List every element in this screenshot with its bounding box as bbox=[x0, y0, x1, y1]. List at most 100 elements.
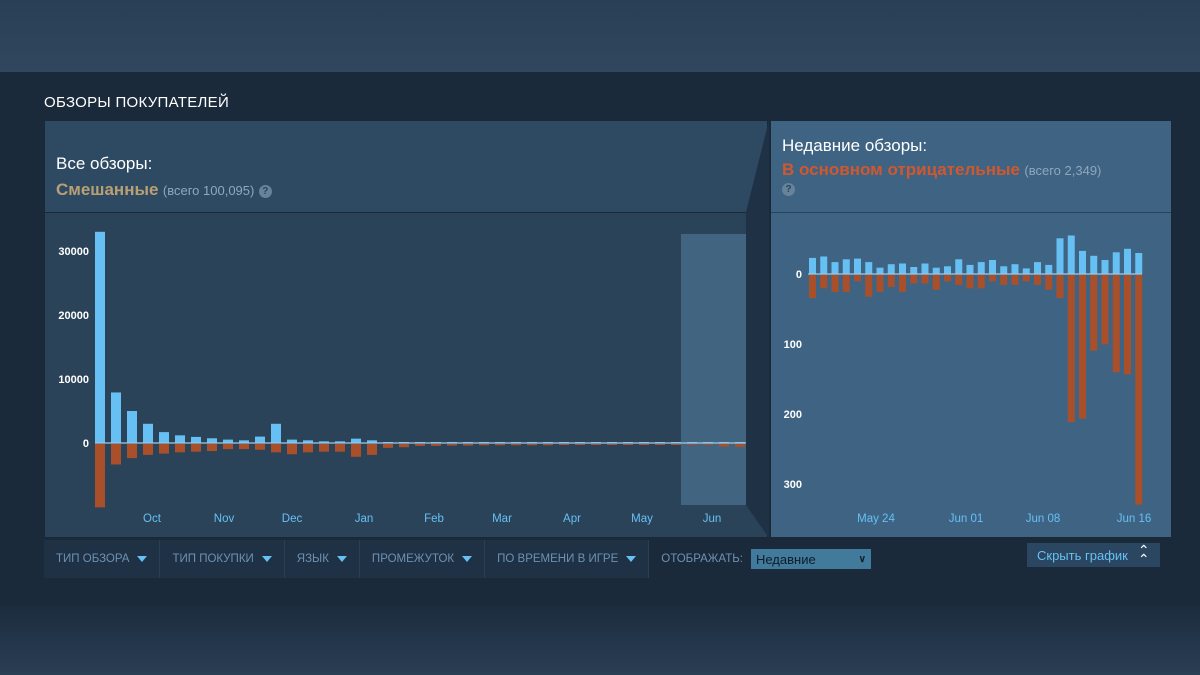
negative-bar bbox=[703, 444, 713, 445]
dropdown-arrow-icon bbox=[261, 556, 272, 562]
negative-bar bbox=[831, 275, 839, 292]
positive-bar bbox=[910, 267, 918, 274]
positive-bar bbox=[1101, 260, 1109, 274]
positive-bar bbox=[191, 436, 201, 443]
positive-bar bbox=[1067, 235, 1075, 274]
positive-bar bbox=[989, 260, 996, 274]
negative-bar bbox=[921, 275, 929, 284]
x-tick-label: Jun 01 bbox=[949, 513, 984, 525]
negative-bar bbox=[239, 444, 249, 450]
x-tick-label: Jun 08 bbox=[1026, 513, 1061, 525]
positive-bar bbox=[887, 264, 895, 274]
positive-bar bbox=[127, 411, 137, 443]
negative-bar bbox=[607, 444, 617, 445]
negative-bar bbox=[1022, 275, 1030, 282]
positive-bar bbox=[95, 231, 105, 443]
positive-bar bbox=[143, 423, 153, 443]
negative-bar bbox=[223, 444, 233, 450]
positive-bar bbox=[175, 435, 185, 443]
y-tick-label: 0 bbox=[796, 269, 802, 281]
x-tick-label: Jun bbox=[703, 513, 722, 525]
positive-bar bbox=[1112, 252, 1120, 274]
positive-bar bbox=[255, 436, 265, 443]
negative-bar bbox=[575, 444, 585, 445]
filter-label: ТИП ОБЗОРА bbox=[56, 553, 130, 565]
negative-bar bbox=[271, 444, 281, 453]
negative-bar bbox=[687, 444, 697, 445]
negative-bar bbox=[623, 444, 633, 445]
filter-review-type[interactable]: ТИП ОБЗОРА bbox=[44, 540, 161, 578]
filter-playtime[interactable]: ПО ВРЕМЕНИ В ИГРЕ bbox=[485, 540, 650, 578]
y-tick-label: 10000 bbox=[58, 374, 89, 386]
negative-bar bbox=[910, 275, 918, 284]
negative-bar bbox=[887, 275, 895, 287]
positive-bar bbox=[977, 262, 985, 274]
negative-bar bbox=[1011, 275, 1019, 285]
negative-bar bbox=[809, 275, 816, 299]
negative-bar bbox=[876, 275, 884, 292]
negative-bar bbox=[966, 275, 974, 289]
positive-bar bbox=[1022, 268, 1030, 274]
x-tick-label: Oct bbox=[143, 513, 162, 525]
negative-bar bbox=[899, 275, 906, 292]
display-selected: Недавние bbox=[755, 551, 816, 567]
filter-label: ТИП ПОКУПКИ bbox=[172, 553, 254, 565]
display-select[interactable]: Недавние ∨ bbox=[750, 549, 871, 569]
review-filter-bar: ТИП ОБЗОРА ТИП ПОКУПКИ ЯЗЫК ПРОМЕЖУТОК П… bbox=[44, 540, 1172, 578]
positive-bar bbox=[955, 259, 963, 274]
filter-purchase-type[interactable]: ТИП ПОКУПКИ bbox=[160, 540, 285, 578]
x-tick-label: Feb bbox=[424, 513, 444, 525]
negative-bar bbox=[1124, 275, 1131, 375]
negative-bar bbox=[367, 444, 377, 455]
filter-date-range[interactable]: ПРОМЕЖУТОК bbox=[359, 540, 486, 578]
positive-bar bbox=[1079, 250, 1086, 274]
x-tick-label: Dec bbox=[282, 513, 303, 525]
x-tick-label: May 24 bbox=[857, 513, 895, 525]
hide-graph-label: Скрыть график bbox=[1037, 547, 1128, 563]
dropdown-arrow-icon bbox=[137, 556, 148, 562]
dropdown-arrow-icon bbox=[336, 556, 347, 562]
negative-bar bbox=[383, 444, 393, 448]
negative-bar bbox=[655, 444, 665, 445]
y-tick-label: 200 bbox=[784, 409, 802, 421]
negative-bar bbox=[415, 444, 425, 446]
negative-bar bbox=[865, 275, 873, 297]
negative-bar bbox=[1090, 275, 1098, 351]
negative-bar bbox=[559, 444, 569, 445]
negative-bar bbox=[820, 275, 828, 289]
positive-bar bbox=[1034, 262, 1041, 274]
positive-bar bbox=[865, 262, 873, 274]
negative-bar bbox=[944, 275, 951, 282]
filter-label: ПРОМЕЖУТОК bbox=[371, 553, 455, 565]
negative-bar bbox=[399, 444, 409, 448]
y-tick-label: 20000 bbox=[58, 310, 89, 322]
selected-range-highlight[interactable] bbox=[681, 234, 746, 505]
display-label: ОТОБРАЖАТЬ: bbox=[661, 553, 743, 565]
dropdown-arrow-icon bbox=[626, 556, 637, 562]
positive-bar bbox=[111, 392, 121, 443]
negative-bar bbox=[335, 444, 345, 452]
negative-bar bbox=[527, 444, 537, 446]
negative-bar bbox=[854, 275, 861, 282]
positive-bar bbox=[876, 267, 884, 274]
positive-bar bbox=[351, 438, 361, 443]
filter-label: ЯЗЫК bbox=[296, 553, 329, 565]
negative-bar bbox=[351, 444, 361, 457]
dropdown-arrow-icon bbox=[462, 556, 473, 562]
negative-bar bbox=[1045, 275, 1053, 290]
positive-bar bbox=[842, 259, 850, 274]
negative-bar bbox=[319, 444, 329, 452]
negative-bar bbox=[143, 444, 153, 455]
negative-bar bbox=[989, 275, 996, 282]
negative-bar bbox=[175, 444, 185, 453]
hide-graph-button[interactable]: Скрыть график ⌃ ⌃ bbox=[1027, 543, 1160, 567]
positive-bar bbox=[1056, 238, 1064, 274]
positive-bar bbox=[159, 432, 169, 443]
y-tick-label: 100 bbox=[784, 339, 802, 351]
negative-bar bbox=[511, 444, 521, 446]
positive-bar bbox=[207, 438, 217, 443]
negative-bar bbox=[447, 444, 457, 446]
zoom-connector bbox=[746, 120, 769, 538]
filter-language[interactable]: ЯЗЫК bbox=[284, 540, 360, 578]
negative-bar bbox=[463, 444, 473, 446]
